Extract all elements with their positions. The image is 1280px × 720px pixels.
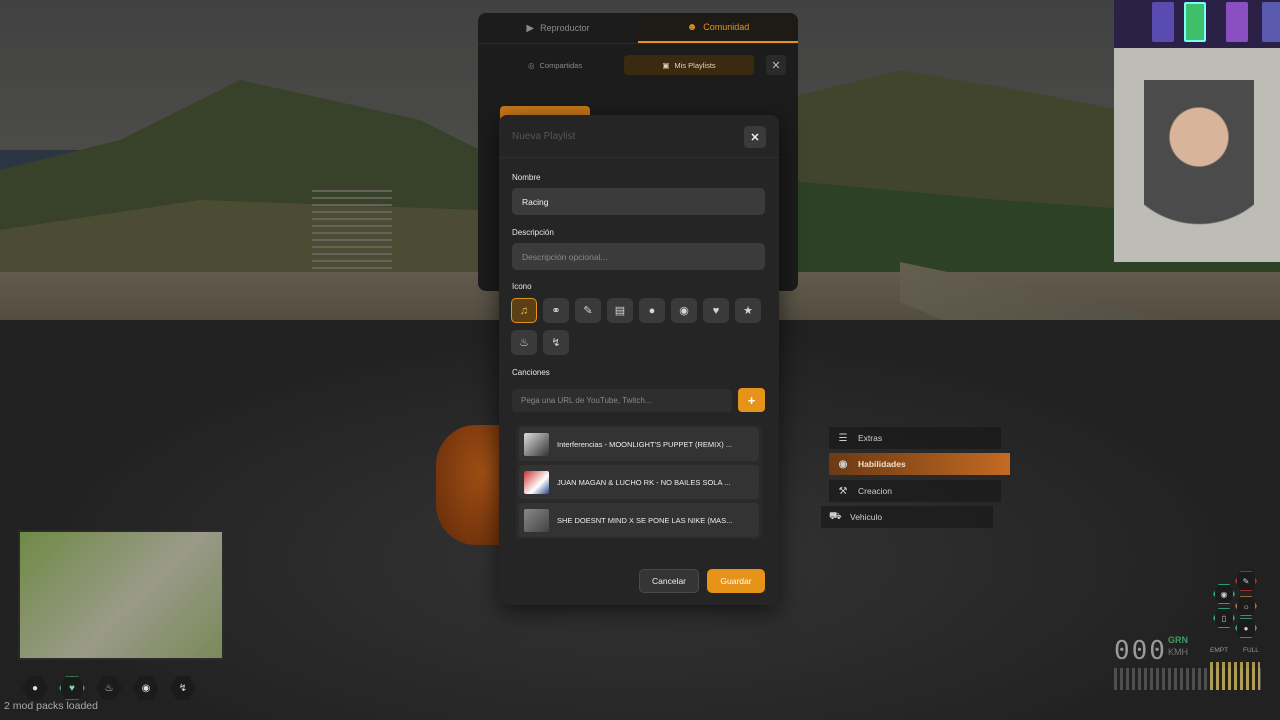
description-label: Descripción bbox=[512, 228, 554, 237]
brain-icon: ◉ bbox=[838, 458, 848, 470]
speed-unit: GRN KMH bbox=[1168, 634, 1188, 658]
menu-item-extras[interactable]: ☰ Extras bbox=[829, 427, 1001, 449]
tab-bar: ▶ Reproductor ☻ Comunidad bbox=[478, 13, 798, 44]
menu-item-label: Creacion bbox=[858, 486, 893, 496]
fuel-bar bbox=[1210, 662, 1260, 690]
folder-icon: ▣ bbox=[662, 60, 670, 70]
list-icon: ☰ bbox=[838, 432, 848, 444]
icon-label: Icono bbox=[512, 282, 532, 291]
song-thumbnail bbox=[524, 470, 549, 494]
heart-icon[interactable]: ♥ bbox=[703, 298, 729, 323]
menu-item-habilidades[interactable]: ◉ Habilidades bbox=[829, 453, 1010, 475]
tab-comunidad[interactable]: ☻ Comunidad bbox=[638, 13, 798, 43]
webcam-overlay bbox=[1114, 0, 1280, 262]
globe-icon: ◎ bbox=[528, 60, 535, 70]
list-item[interactable]: JUAN MAGAN & LUCHO RK - NO BAILES SOLA .… bbox=[519, 465, 759, 499]
headphones-icon[interactable]: ⚭ bbox=[543, 298, 569, 323]
song-title: Interferencias - MOONLIGHT'S PUPPET (REM… bbox=[557, 439, 733, 449]
plus-icon: + bbox=[747, 392, 756, 408]
disc-icon[interactable]: ◉ bbox=[671, 298, 697, 323]
song-list: Interferencias - MOONLIGHT'S PUPPET (REM… bbox=[516, 425, 762, 539]
minimap bbox=[18, 530, 224, 660]
menu-item-label: Vehiculo bbox=[850, 512, 883, 522]
close-icon: ✕ bbox=[750, 131, 760, 144]
bolt-icon[interactable]: ↯ bbox=[543, 330, 569, 355]
subtab-label: Mis Playlists bbox=[674, 60, 716, 70]
modal-title: Nueva Playlist bbox=[512, 130, 576, 142]
add-song-button[interactable]: + bbox=[738, 388, 765, 412]
subtab-compartidas[interactable]: ◎ Compartidas bbox=[528, 55, 582, 75]
subtab-bar: ◎ Compartidas ▣ Mis Playlists ✕ bbox=[478, 44, 798, 84]
streamer bbox=[1144, 80, 1254, 262]
modal-header: Nueva Playlist bbox=[499, 115, 779, 158]
tab-reproductor[interactable]: ▶ Reproductor bbox=[478, 13, 638, 43]
list-item[interactable]: Interferencias - MOONLIGHT'S PUPPET (REM… bbox=[519, 427, 759, 461]
hammer-icon: ⚒ bbox=[838, 485, 848, 497]
panel-close-button[interactable]: ✕ bbox=[766, 55, 786, 75]
poster bbox=[1152, 2, 1174, 42]
users-icon: ☻ bbox=[686, 21, 698, 33]
radio-icon[interactable]: ▤ bbox=[607, 298, 633, 323]
webcam-background bbox=[1114, 0, 1280, 48]
poster bbox=[1262, 2, 1280, 42]
menu-item-label: Habilidades bbox=[858, 459, 906, 469]
menu-item-label: Extras bbox=[858, 433, 883, 443]
name-input[interactable]: Racing bbox=[512, 188, 765, 215]
name-label: Nombre bbox=[512, 173, 541, 182]
song-title: JUAN MAGAN & LUCHO RK - NO BAILES SOLA .… bbox=[557, 477, 731, 487]
save-button[interactable]: Guardar bbox=[707, 569, 765, 593]
poster bbox=[1184, 2, 1206, 42]
menu-item-vehiculo[interactable]: ⛟ Vehiculo bbox=[821, 506, 993, 528]
close-icon: ✕ bbox=[771, 59, 781, 72]
song-thumbnail bbox=[524, 508, 549, 532]
guitar-icon[interactable]: ✎ bbox=[575, 298, 601, 323]
unit-label: KMH bbox=[1168, 647, 1188, 657]
song-title: SHE DOESNT MIND X SE PONE LAS NIKE (MAS.… bbox=[557, 515, 733, 525]
gear-label: GRN bbox=[1168, 635, 1188, 645]
tab-label: Comunidad bbox=[703, 22, 750, 32]
car-icon: ⛟ bbox=[829, 510, 842, 522]
subtab-mis-playlists[interactable]: ▣ Mis Playlists bbox=[624, 55, 754, 75]
modal-close-button[interactable]: ✕ bbox=[744, 126, 766, 148]
mod-status-text: 2 mod packs loaded bbox=[4, 700, 98, 712]
poster bbox=[1226, 2, 1248, 42]
music-note-icon[interactable]: ♫ bbox=[511, 298, 537, 323]
menu-item-creacion[interactable]: ⚒ Creacion bbox=[829, 480, 1001, 502]
songs-label: Canciones bbox=[512, 368, 550, 377]
new-playlist-modal: Nueva Playlist ✕ Nombre Racing Descripci… bbox=[499, 115, 779, 605]
cancel-button[interactable]: Cancelar bbox=[639, 569, 699, 593]
fuel-empty-label: EMPT bbox=[1210, 647, 1229, 654]
star-icon[interactable]: ★ bbox=[735, 298, 761, 323]
url-input[interactable]: Pega una URL de YouTube, Twitch... bbox=[512, 389, 732, 412]
fuel-full-label: FULL bbox=[1243, 647, 1259, 654]
song-thumbnail bbox=[524, 432, 549, 456]
speedometer: 000 bbox=[1114, 636, 1167, 666]
microphone-icon[interactable]: ● bbox=[639, 298, 665, 323]
fire-icon[interactable]: ♨ bbox=[511, 330, 537, 355]
list-item[interactable]: SHE DOESNT MIND X SE PONE LAS NIKE (MAS.… bbox=[519, 503, 759, 537]
description-input[interactable]: Descripción opcional... bbox=[512, 243, 765, 270]
tab-label: Reproductor bbox=[540, 23, 590, 33]
subtab-label: Compartidas bbox=[539, 60, 583, 70]
play-circle-icon: ▶ bbox=[526, 22, 535, 34]
